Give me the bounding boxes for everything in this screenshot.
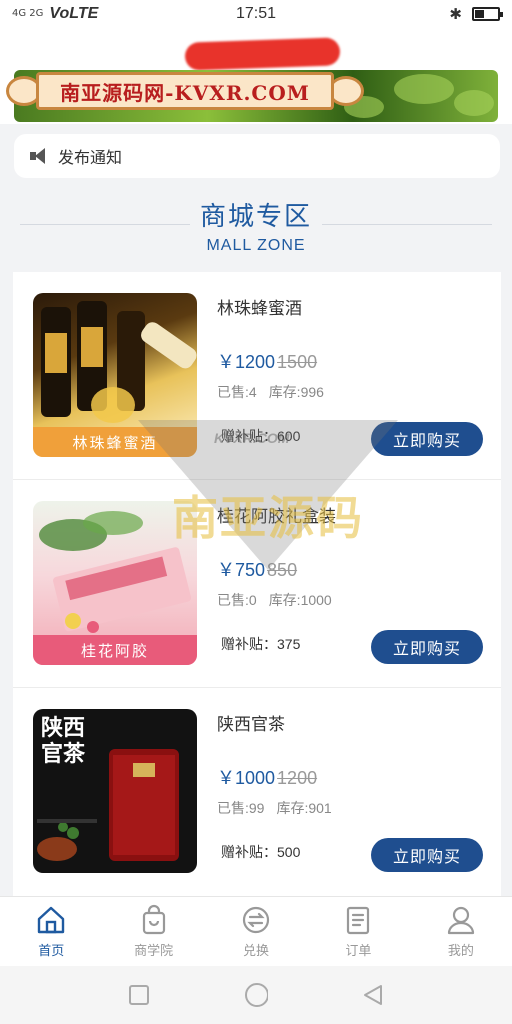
buy-now-button[interactable]: 立即购买 bbox=[371, 838, 483, 872]
circle-icon bbox=[244, 983, 268, 1007]
carrier-label: VoLTE bbox=[49, 5, 99, 22]
recent-apps-button[interactable] bbox=[127, 983, 151, 1007]
back-triangle-icon bbox=[364, 985, 383, 1005]
current-price: ￥1000 bbox=[217, 768, 276, 788]
battery-icon bbox=[472, 7, 503, 21]
bottom-tab-bar: 首页 商学院 兑换 订单 我的 bbox=[0, 896, 512, 966]
user-icon bbox=[447, 906, 474, 935]
sold-count: 已售:4 bbox=[217, 384, 257, 400]
exchange-icon bbox=[242, 906, 270, 934]
original-price: 1200 bbox=[277, 768, 318, 788]
buy-now-button[interactable]: 立即购买 bbox=[371, 630, 483, 664]
sales-info: 已售:99 库存:901 bbox=[217, 798, 332, 818]
subsidy-text: 赠补贴：600 bbox=[221, 428, 301, 444]
leaf-shape bbox=[394, 74, 454, 104]
product-card[interactable]: 桂花阿胶 桂花阿胶礼盒装 ￥750 850 已售:0 库存:1000 赠补贴：375… bbox=[13, 480, 501, 688]
divider-left bbox=[20, 224, 190, 225]
product-image-caption: 桂花阿胶 bbox=[33, 635, 197, 665]
sales-info: 已售:4 库存:996 bbox=[217, 382, 324, 402]
thumb-title: 陕西官茶 bbox=[41, 715, 86, 767]
product-image[interactable]: 桂花阿胶 bbox=[33, 501, 197, 665]
product-image[interactable]: 林珠蜂蜜酒 bbox=[33, 293, 197, 457]
square-icon bbox=[128, 985, 149, 1005]
network-indicator: 4G 2G bbox=[12, 8, 44, 19]
sales-info: 已售:0 库存:1000 bbox=[217, 590, 332, 610]
status-bar: 4G 2G VoLTE 17:51 ✱ bbox=[0, 0, 512, 28]
original-price: 1500 bbox=[277, 352, 318, 372]
product-card[interactable]: 林珠蜂蜜酒 林珠蜂蜜酒 ￥1200 1500 已售:4 库存:996 赠补贴：600… bbox=[13, 272, 501, 480]
product-price: ￥1200 1500 bbox=[217, 348, 317, 374]
tab-label: 首页 bbox=[38, 944, 65, 959]
section-title: 商城专区 bbox=[199, 202, 312, 232]
tab-label: 兑换 bbox=[243, 944, 270, 959]
home-icon bbox=[38, 906, 65, 934]
product-image[interactable]: 陕西官茶 bbox=[33, 709, 197, 873]
clock: 17:51 bbox=[235, 5, 277, 22]
speaker-icon bbox=[30, 148, 50, 164]
subsidy-text: 赠补贴：500 bbox=[221, 844, 301, 860]
back-button[interactable] bbox=[361, 983, 385, 1007]
tab-academy[interactable]: 商学院 bbox=[102, 897, 204, 966]
section-header: 商城专区 MALL ZONE bbox=[0, 188, 512, 258]
sold-count: 已售:99 bbox=[217, 800, 265, 816]
bag-icon bbox=[142, 904, 165, 935]
stock-count: 库存:901 bbox=[276, 800, 332, 816]
notice-text: 发布通知 bbox=[58, 148, 123, 167]
system-nav-bar bbox=[0, 966, 512, 1024]
watermark-text: 南亚源码网-KVXR.COM bbox=[60, 80, 310, 105]
original-price: 850 bbox=[267, 560, 298, 580]
current-price: ￥1200 bbox=[217, 352, 276, 372]
current-price: ￥750 bbox=[217, 560, 266, 580]
tab-home[interactable]: 首页 bbox=[0, 897, 102, 966]
product-price: ￥1000 1200 bbox=[217, 764, 317, 790]
home-button[interactable] bbox=[244, 983, 268, 1007]
product-name[interactable]: 林珠蜂蜜酒 bbox=[217, 294, 302, 319]
tab-exchange[interactable]: 兑换 bbox=[205, 897, 307, 966]
watermark-sign: 南亚源码网-KVXR.COM bbox=[6, 68, 364, 114]
order-icon bbox=[347, 906, 370, 935]
product-image-caption: 林珠蜂蜜酒 bbox=[33, 427, 197, 457]
tab-label: 商学院 bbox=[134, 944, 174, 959]
product-name[interactable]: 陕西官茶 bbox=[217, 710, 285, 735]
section-subtitle: MALL ZONE bbox=[206, 237, 306, 254]
divider-right bbox=[322, 224, 492, 225]
product-card[interactable]: 陕西官茶 陕西官茶 ￥1000 1200 已售:99 库存:901 赠补贴：500 … bbox=[13, 688, 501, 896]
buy-now-button[interactable]: 立即购买 bbox=[371, 422, 483, 456]
product-price: ￥750 850 bbox=[217, 556, 297, 582]
leaf-shape bbox=[454, 90, 494, 116]
battery-level bbox=[475, 10, 484, 18]
product-name[interactable]: 桂花阿胶礼盒装 bbox=[217, 502, 336, 527]
redaction-mark bbox=[184, 37, 341, 71]
tab-orders[interactable]: 订单 bbox=[307, 897, 409, 966]
notice-bar[interactable]: 发布通知 bbox=[14, 134, 500, 178]
bluetooth-icon: ✱ bbox=[449, 5, 462, 23]
tab-profile[interactable]: 我的 bbox=[410, 897, 512, 966]
tab-label: 订单 bbox=[345, 944, 372, 959]
product-list: 林珠蜂蜜酒 林珠蜂蜜酒 ￥1200 1500 已售:4 库存:996 赠补贴：600… bbox=[13, 272, 501, 896]
stock-count: 库存:1000 bbox=[268, 592, 332, 608]
subsidy-text: 赠补贴：375 bbox=[221, 636, 301, 652]
sold-count: 已售:0 bbox=[217, 592, 257, 608]
tab-label: 我的 bbox=[447, 944, 474, 959]
stock-count: 库存:996 bbox=[268, 384, 324, 400]
